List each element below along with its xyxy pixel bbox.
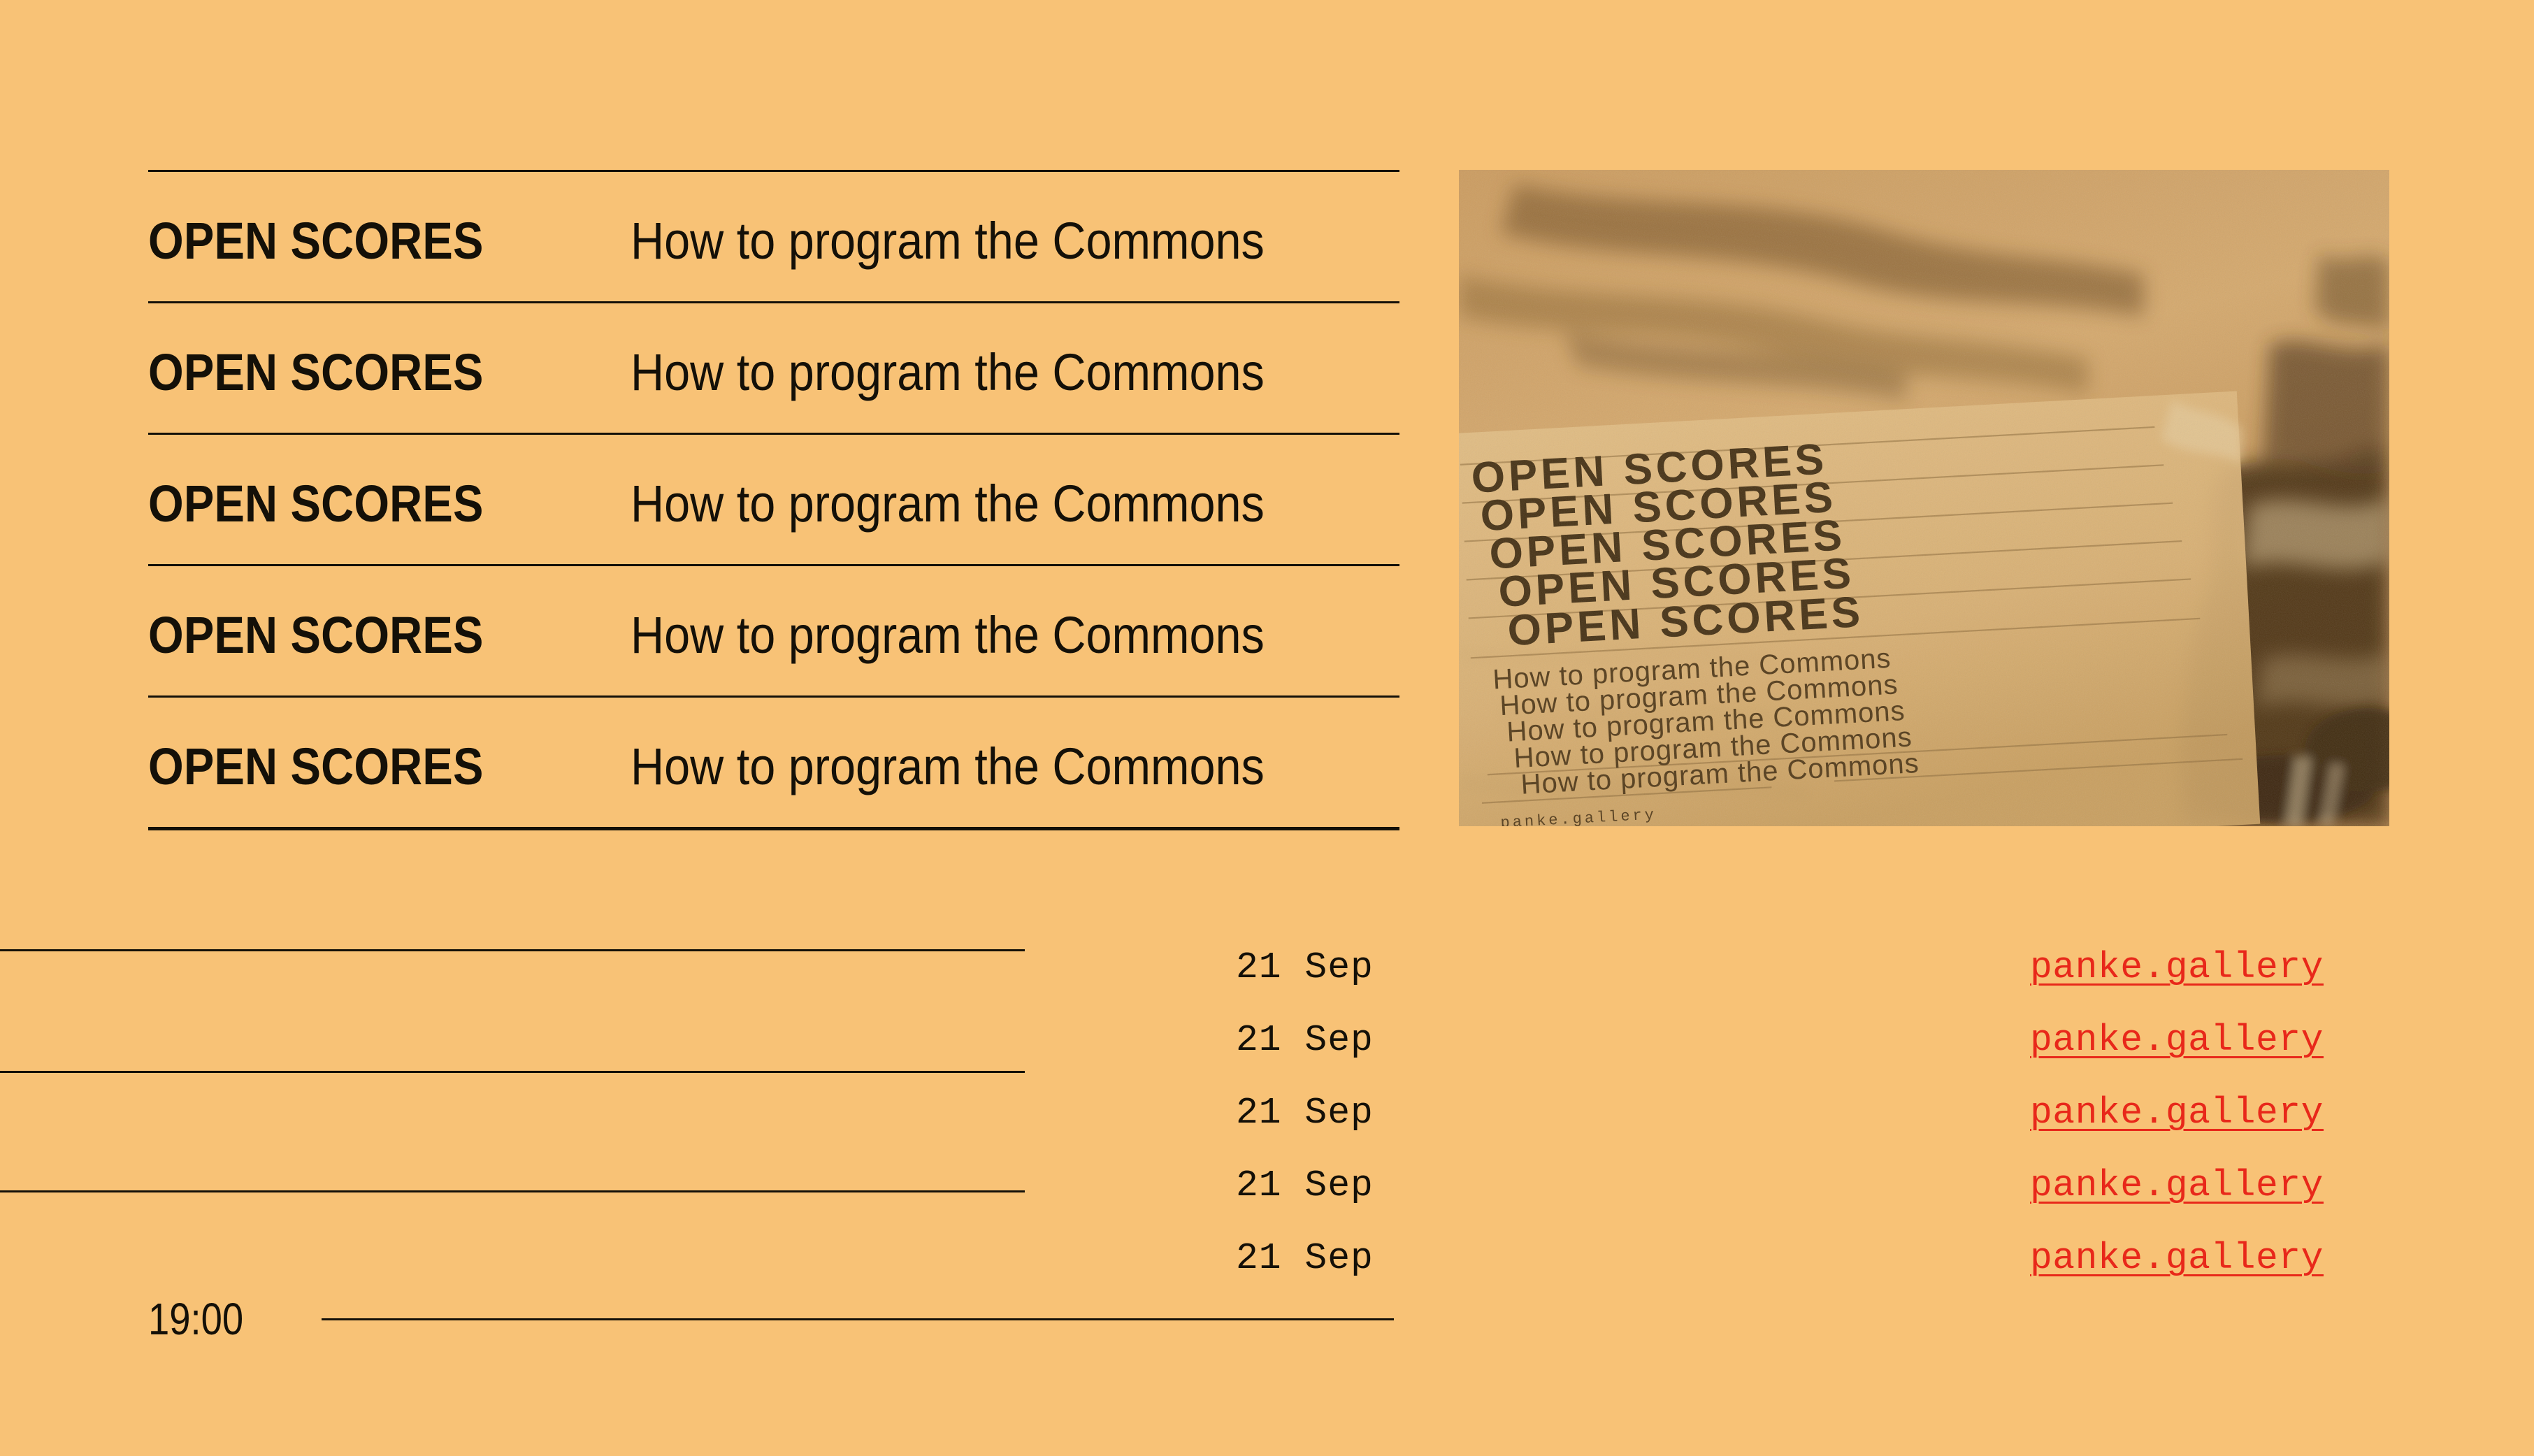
panke-gallery-link[interactable]: panke.gallery: [2030, 1222, 2463, 1295]
headline-subtitle: How to program the Commons: [631, 343, 1265, 401]
headline-title: OPEN SCORES: [148, 212, 484, 270]
panke-gallery-link[interactable]: panke.gallery: [2030, 931, 2463, 1004]
headline-title: OPEN SCORES: [148, 475, 484, 533]
headline-row: OPEN SCORES How to program the Commons: [148, 172, 1399, 301]
event-time: 19:00: [148, 1294, 244, 1344]
masthead-rule-5: [148, 827, 1399, 830]
headline-subtitle: How to program the Commons: [631, 212, 1265, 270]
time-row: 19:00: [148, 1293, 1399, 1345]
poster-photograph: OPEN SCORES OPEN SCORES OPEN SCORES OPEN…: [1459, 170, 2389, 826]
headline-subtitle: How to program the Commons: [631, 475, 1265, 533]
headline-subtitle: How to program the Commons: [631, 606, 1265, 664]
headline-row: OPEN SCORES How to program the Commons: [148, 566, 1399, 695]
headline-title: OPEN SCORES: [148, 343, 484, 401]
panke-gallery-link[interactable]: panke.gallery: [2030, 1076, 2463, 1149]
panke-gallery-link[interactable]: panke.gallery: [2030, 1149, 2463, 1222]
date-item: 21 Sep: [1236, 1237, 1374, 1279]
date-item: 21 Sep: [1236, 1092, 1374, 1134]
panke-gallery-link[interactable]: panke.gallery: [2030, 1004, 2463, 1076]
headline-title: OPEN SCORES: [148, 737, 484, 795]
headline-row: OPEN SCORES How to program the Commons: [148, 698, 1399, 827]
poster-canvas: OPEN SCORES How to program the Commons O…: [0, 0, 2534, 1456]
footer-rule-3: [0, 1190, 1025, 1192]
headline-subtitle: How to program the Commons: [631, 737, 1265, 795]
footer-rule-1: [0, 949, 1025, 951]
headline-title: OPEN SCORES: [148, 606, 484, 664]
dates-column: 21 Sep 21 Sep 21 Sep 21 Sep 21 Sep: [1236, 931, 1467, 1295]
date-item: 21 Sep: [1236, 1019, 1374, 1061]
photo-artwork: OPEN SCORES OPEN SCORES OPEN SCORES OPEN…: [1459, 170, 2389, 826]
time-rule: [322, 1318, 1394, 1320]
links-column: panke.gallery panke.gallery panke.galler…: [2030, 931, 2463, 1295]
headline-row: OPEN SCORES How to program the Commons: [148, 435, 1399, 564]
footer-rule-2: [0, 1071, 1025, 1073]
headline-row: OPEN SCORES How to program the Commons: [148, 303, 1399, 433]
masthead: OPEN SCORES How to program the Commons O…: [148, 170, 1399, 830]
date-item: 21 Sep: [1236, 1165, 1374, 1206]
date-item: 21 Sep: [1236, 946, 1374, 988]
